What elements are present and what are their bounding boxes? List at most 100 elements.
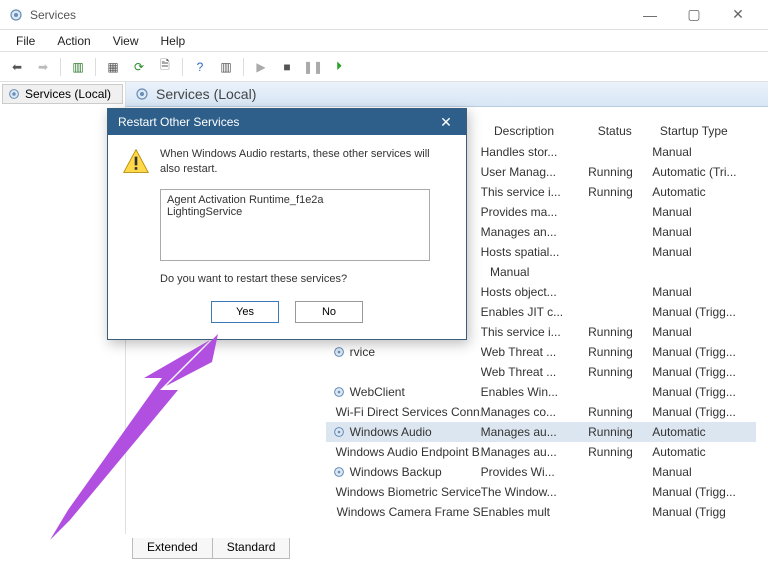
service-startup-type: Manual (Trigg... bbox=[652, 305, 756, 319]
service-startup-type: Manual bbox=[652, 145, 756, 159]
table-row[interactable]: Wi-Fi Direct Services Conn...Manages co.… bbox=[326, 402, 756, 422]
restart-service-button[interactable]: ⏵ bbox=[328, 56, 350, 78]
service-description: Web Threat ... bbox=[481, 345, 589, 359]
minimize-button[interactable]: — bbox=[628, 0, 672, 30]
tab-standard[interactable]: Standard bbox=[212, 538, 291, 559]
refresh-button[interactable]: ⟳ bbox=[128, 56, 150, 78]
table-row[interactable]: Windows BackupProvides Wi...Manual bbox=[326, 462, 756, 482]
service-description: This service i... bbox=[481, 185, 589, 199]
dialog-title-text: Restart Other Services bbox=[118, 115, 239, 129]
service-description: The Window... bbox=[481, 485, 589, 499]
service-name: Windows Audio bbox=[350, 425, 432, 439]
grid-header: Description Status Startup Type bbox=[490, 122, 756, 144]
service-description: Manages co... bbox=[481, 405, 589, 419]
service-startup-type: Manual (Trigg... bbox=[652, 345, 756, 359]
tab-extended[interactable]: Extended bbox=[132, 538, 212, 559]
service-description: This service i... bbox=[481, 325, 589, 339]
service-description: Web Threat ... bbox=[481, 365, 589, 379]
table-row[interactable]: Windows AudioManages au...RunningAutomat… bbox=[326, 422, 756, 442]
service-name: Windows Backup bbox=[350, 465, 442, 479]
help-button[interactable]: ? bbox=[189, 56, 211, 78]
service-description: Manages au... bbox=[481, 445, 589, 459]
col-status[interactable]: Status bbox=[594, 122, 656, 144]
service-status: Running bbox=[588, 445, 652, 459]
stop-service-button[interactable]: ■ bbox=[276, 56, 298, 78]
export-list-button[interactable]: 🗎 bbox=[154, 56, 176, 78]
menu-file[interactable]: File bbox=[6, 32, 45, 50]
titlebar: Services — ▢ ✕ bbox=[0, 0, 768, 30]
service-name: rvice bbox=[350, 345, 375, 359]
service-status: Running bbox=[588, 425, 652, 439]
dialog-question: Do you want to restart these services? bbox=[160, 273, 452, 285]
table-row[interactable]: Windows Biometric ServiceThe Window... Ma… bbox=[326, 482, 756, 502]
restart-other-services-dialog: Restart Other Services ✕ When Windows Au… bbox=[107, 108, 467, 340]
service-startup-type: Automatic bbox=[652, 445, 756, 459]
maximize-button[interactable]: ▢ bbox=[672, 0, 716, 30]
no-button[interactable]: No bbox=[295, 301, 363, 323]
dialog-list-item[interactable]: LightingService bbox=[167, 206, 423, 218]
dialog-services-list[interactable]: Agent Activation Runtime_f1e2a LightingS… bbox=[160, 189, 430, 261]
dialog-close-button[interactable]: ✕ bbox=[436, 114, 456, 131]
table-row[interactable]: Windows Audio Endpoint B...Manages au...… bbox=[326, 442, 756, 462]
service-description: Manual bbox=[490, 265, 604, 279]
start-service-button[interactable]: ▶ bbox=[250, 56, 272, 78]
table-row[interactable]: rviceWeb Threat ...RunningManual (Trigg.… bbox=[326, 342, 756, 362]
service-description: Manages au... bbox=[481, 425, 589, 439]
service-startup-type: Manual (Trigg... bbox=[652, 405, 756, 419]
service-startup-type: Manual bbox=[652, 285, 756, 299]
service-startup-type: Manual (Trigg... bbox=[652, 365, 756, 379]
service-startup-type: Automatic (Tri... bbox=[652, 165, 756, 179]
service-startup-type: Manual bbox=[490, 265, 529, 279]
service-description: Handles stor... bbox=[481, 145, 589, 159]
service-startup-type: Automatic bbox=[652, 185, 756, 199]
app-icon bbox=[8, 7, 24, 23]
service-name: Windows Camera Frame S bbox=[337, 505, 481, 519]
action-pane-button[interactable]: ▥ bbox=[215, 56, 237, 78]
back-button[interactable]: ⬅ bbox=[6, 56, 28, 78]
service-startup-type: Manual bbox=[652, 245, 756, 259]
dialog-message: When Windows Audio restarts, these other… bbox=[160, 147, 452, 177]
menu-action[interactable]: Action bbox=[47, 32, 100, 50]
toolbar: ⬅ ➡ ▥ ▦ ⟳ 🗎 ? ▥ ▶ ■ ❚❚ ⏵ bbox=[0, 52, 768, 82]
col-description[interactable]: Description bbox=[490, 122, 594, 144]
properties-button[interactable]: ▦ bbox=[102, 56, 124, 78]
dialog-list-item[interactable]: Agent Activation Runtime_f1e2a bbox=[167, 194, 423, 206]
show-hide-tree-button[interactable]: ▥ bbox=[67, 56, 89, 78]
service-name: Windows Biometric Service bbox=[336, 485, 481, 499]
right-pane-title: Services (Local) bbox=[156, 86, 256, 102]
bottom-tabs: Extended Standard bbox=[132, 538, 290, 560]
tree-root-services-local[interactable]: Services (Local) bbox=[2, 84, 123, 104]
dialog-titlebar[interactable]: Restart Other Services ✕ bbox=[108, 109, 466, 135]
service-description: Enables JIT c... bbox=[481, 305, 589, 319]
table-row[interactable]: Windows Camera Frame SEnables mult Manual… bbox=[326, 502, 756, 522]
close-window-button[interactable]: ✕ bbox=[716, 0, 760, 30]
service-description: Manages an... bbox=[481, 225, 589, 239]
service-name: Wi-Fi Direct Services Conn... bbox=[336, 405, 481, 419]
service-description: Hosts spatial... bbox=[481, 245, 589, 259]
menu-help[interactable]: Help bbox=[151, 32, 196, 50]
service-startup-type: Manual (Trigg... bbox=[652, 385, 756, 399]
service-startup-type: Manual bbox=[652, 465, 756, 479]
service-description: User Manag... bbox=[481, 165, 589, 179]
service-startup-type: Manual bbox=[652, 205, 756, 219]
pause-service-button[interactable]: ❚❚ bbox=[302, 56, 324, 78]
service-description: Enables mult bbox=[481, 505, 589, 519]
service-name: WebClient bbox=[350, 385, 405, 399]
tree-root-label: Services (Local) bbox=[25, 87, 111, 101]
service-startup-type: Manual (Trigg... bbox=[652, 485, 756, 499]
yes-button[interactable]: Yes bbox=[211, 301, 279, 323]
table-row[interactable]: WebClientEnables Win...Manual (Trigg... bbox=[326, 382, 756, 402]
table-row[interactable]: Web Threat ...RunningManual (Trigg... bbox=[326, 362, 756, 382]
service-startup-type: Manual (Trigg bbox=[652, 505, 756, 519]
col-startup[interactable]: Startup Type bbox=[656, 122, 756, 144]
forward-button[interactable]: ➡ bbox=[32, 56, 54, 78]
right-header: Services (Local) bbox=[126, 82, 768, 107]
warning-icon bbox=[122, 147, 150, 175]
service-status: Running bbox=[588, 325, 652, 339]
service-startup-type: Manual bbox=[652, 325, 756, 339]
service-status: Running bbox=[588, 405, 652, 419]
service-status: Running bbox=[588, 165, 652, 179]
menu-view[interactable]: View bbox=[103, 32, 149, 50]
menubar: File Action View Help bbox=[0, 30, 768, 52]
service-description: Provides ma... bbox=[481, 205, 589, 219]
